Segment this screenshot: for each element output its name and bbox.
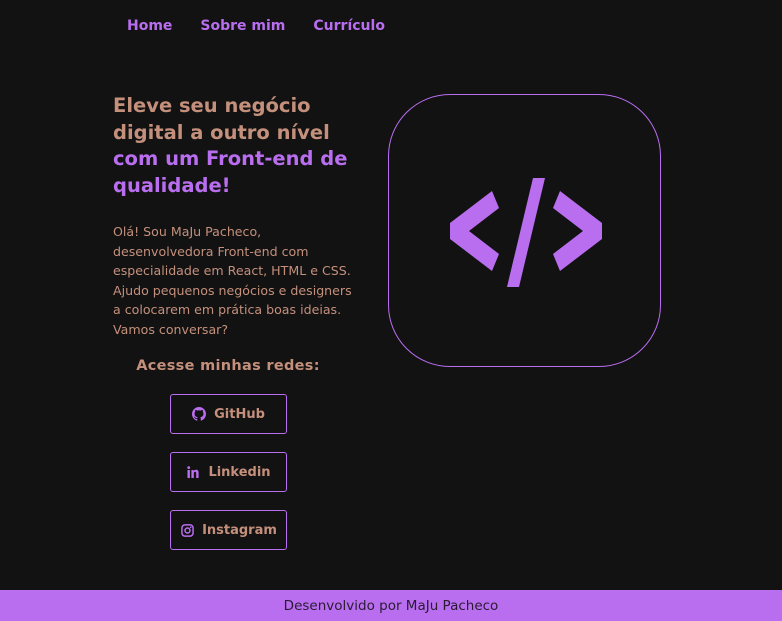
linkedin-label: Linkedin (208, 464, 271, 480)
code-illustration (388, 94, 661, 367)
linkedin-icon (186, 465, 200, 479)
hero-title-part1: Eleve seu negócio digital a outro nível (113, 94, 330, 144)
hero-title-part2: com um Front-end de qualidade! (113, 147, 348, 197)
nav-sobre-mim-link[interactable]: Sobre mim (200, 17, 285, 35)
hero-title: Eleve seu negócio digital a outro nível … (113, 93, 363, 199)
instagram-button[interactable]: Instagram (170, 510, 287, 550)
instagram-label: Instagram (202, 522, 277, 538)
intro-paragraph: Olá! Sou MaJu Pacheco, desenvolvedora Fr… (113, 224, 352, 337)
top-nav: Home Sobre mim Currículo (127, 17, 413, 35)
page: Home Sobre mim Currículo Eleve seu negóc… (0, 0, 782, 621)
instagram-icon (180, 523, 194, 537)
github-button[interactable]: GitHub (170, 394, 287, 434)
footer: Desenvolvido por MaJu Pacheco (0, 590, 782, 621)
footer-text: Desenvolvido por MaJu Pacheco (283, 597, 499, 614)
nav-home-link[interactable]: Home (127, 17, 172, 35)
socials-heading: Acesse minhas redes: (136, 358, 320, 374)
code-brackets-icon (450, 178, 602, 287)
linkedin-button[interactable]: Linkedin (170, 452, 287, 492)
nav-curriculo-link[interactable]: Currículo (313, 17, 385, 35)
github-icon (192, 407, 207, 421)
github-label: GitHub (214, 406, 265, 422)
